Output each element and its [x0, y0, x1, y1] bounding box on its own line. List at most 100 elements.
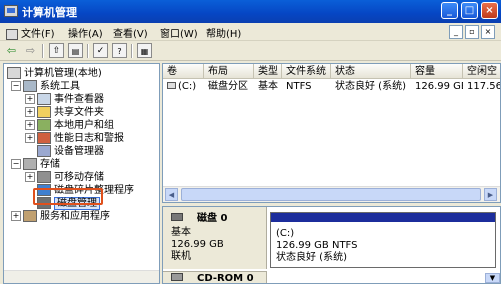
tree-node-event-viewer-label: 事件查看器 — [54, 94, 104, 105]
system-tools-icon — [23, 80, 37, 92]
graph-scroll-down-button[interactable]: ▼ — [485, 273, 500, 283]
col-status[interactable]: 状态 — [331, 64, 411, 79]
close-button[interactable]: × — [481, 2, 498, 19]
tree-node-perf-logs[interactable]: + 性能日志和警报 — [25, 132, 124, 145]
disk0-info[interactable]: 磁盘 0 基本 126.99 GB 联机 — [163, 207, 267, 269]
cdrom-info[interactable]: CD-ROM 0 — [163, 271, 267, 284]
cell-volume-text: (C:) — [178, 81, 197, 92]
tree-node-root-label: 计算机管理(本地) — [24, 68, 102, 79]
expand-icon[interactable]: + — [25, 120, 35, 130]
shared-folder-icon — [37, 106, 51, 118]
cdrom-name: CD-ROM 0 — [197, 273, 254, 284]
scroll-thumb[interactable] — [181, 188, 481, 201]
minimize-button[interactable]: _ — [441, 2, 458, 19]
col-volume[interactable]: 卷 — [163, 64, 204, 79]
expand-icon[interactable]: + — [25, 107, 35, 117]
disk0-type: 基本 — [171, 227, 191, 238]
tree-node-device-manager-label: 设备管理器 — [54, 146, 104, 157]
expand-icon[interactable]: + — [25, 133, 35, 143]
scroll-right-button[interactable]: ▶ — [484, 188, 497, 201]
forward-icon[interactable]: ⇨ — [23, 43, 38, 58]
menu-action[interactable]: 操作(A) — [68, 25, 103, 40]
title-bar: 计算机管理 _ □ × — [0, 0, 501, 23]
menu-help-label: 帮助(H) — [206, 29, 242, 40]
disk-graphical-view: 磁盘 0 基本 126.99 GB 联机 (C:) 126.99 GB NTFS… — [162, 206, 501, 284]
mdi-controls: _ ▫ × — [447, 25, 495, 39]
expand-icon[interactable]: + — [25, 172, 35, 182]
tree-node-system-tools[interactable]: − 系统工具 — [11, 80, 80, 93]
show-hide-tree-icon[interactable]: ▤ — [68, 43, 83, 58]
menu-file[interactable]: 文件(F) — [6, 25, 55, 40]
menu-file-label: 文件(F) — [21, 29, 55, 40]
maximize-button[interactable]: □ — [461, 2, 478, 19]
menu-help[interactable]: 帮助(H) — [206, 25, 241, 40]
disk0-size: 126.99 GB — [171, 239, 224, 250]
menu-action-label: 操作(A) — [68, 29, 103, 40]
cell-type: 基本 — [258, 81, 278, 92]
tree-node-removable[interactable]: + 可移动存储 — [25, 171, 104, 184]
file-menu-icon — [6, 28, 18, 40]
table-row[interactable]: (C:) 磁盘分区 基本 NTFS 状态良好 (系统) 126.99 GB 11… — [163, 80, 500, 93]
highlight-box — [33, 188, 103, 205]
removable-storage-icon — [37, 171, 51, 183]
col-type[interactable]: 类型 — [254, 64, 282, 79]
collapse-icon[interactable]: − — [11, 159, 21, 169]
cell-filesystem: NTFS — [286, 81, 312, 92]
tree-node-services[interactable]: + 服务和应用程序 — [11, 210, 110, 223]
scroll-left-button[interactable]: ◀ — [165, 188, 178, 201]
disk0-state: 联机 — [171, 251, 191, 262]
disk0-name: 磁盘 0 — [197, 213, 228, 224]
volume-detail: 126.99 GB NTFS — [276, 240, 358, 251]
back-icon[interactable]: ⇦ — [4, 43, 19, 58]
volume-icon — [167, 82, 176, 89]
cell-volume: (C:) — [163, 80, 204, 93]
expand-icon[interactable]: + — [25, 94, 35, 104]
menu-window[interactable]: 窗口(W) — [160, 25, 198, 40]
tree-node-removable-label: 可移动存储 — [54, 172, 104, 183]
disk-icon — [171, 213, 183, 221]
list-header: 卷 布局 类型 文件系统 状态 容量 空闲空 — [163, 64, 500, 79]
volume-c-block[interactable]: (C:) 126.99 GB NTFS 状态良好 (系统) — [270, 212, 496, 268]
tree-node-event-viewer[interactable]: + 事件查看器 — [25, 93, 104, 106]
collapse-icon[interactable]: − — [11, 81, 21, 91]
cell-layout: 磁盘分区 — [208, 81, 248, 92]
tree-node-storage[interactable]: − 存储 — [11, 158, 60, 171]
tree-node-device-manager[interactable]: 设备管理器 — [37, 145, 104, 158]
services-icon — [23, 210, 37, 222]
list-scrollbar[interactable]: ◀ ▶ — [163, 186, 500, 202]
up-icon[interactable]: ⇧ — [49, 43, 64, 58]
tree-node-local-users[interactable]: + 本地用户和组 — [25, 119, 114, 132]
tree-node-system-tools-label: 系统工具 — [40, 81, 80, 92]
cdrom-icon — [171, 273, 183, 281]
volume-label: (C:) — [276, 228, 295, 239]
properties-icon[interactable]: ✓ — [93, 43, 108, 58]
tree-node-shared-folders[interactable]: + 共享文件夹 — [25, 106, 104, 119]
toolbar-separator — [87, 44, 89, 58]
export-icon[interactable]: ▦ — [137, 43, 152, 58]
col-filesystem[interactable]: 文件系统 — [282, 64, 331, 79]
col-free[interactable]: 空闲空 — [463, 64, 500, 79]
volume-list: 卷 布局 类型 文件系统 状态 容量 空闲空 (C:) 磁盘分区 基本 NTFS… — [162, 63, 501, 203]
cell-capacity: 126.99 GB — [415, 81, 463, 92]
expand-icon[interactable]: + — [11, 211, 21, 221]
toolbar-separator — [42, 44, 44, 58]
tree-node-shared-folders-label: 共享文件夹 — [54, 107, 104, 118]
tree-scrollbar[interactable] — [4, 270, 159, 283]
users-icon — [37, 119, 51, 131]
mdi-restore-button[interactable]: ▫ — [465, 25, 479, 39]
col-capacity[interactable]: 容量 — [411, 64, 463, 79]
device-manager-icon — [37, 145, 51, 157]
tree-node-storage-label: 存储 — [40, 159, 60, 170]
toolbar: ⇦ ⇨ ⇧ ▤ ✓ ? ▦ — [0, 41, 501, 61]
tree-node-local-users-label: 本地用户和组 — [54, 120, 114, 131]
mdi-minimize-button[interactable]: _ — [449, 25, 463, 39]
col-layout[interactable]: 布局 — [204, 64, 254, 79]
performance-icon — [37, 132, 51, 144]
help-icon[interactable]: ? — [112, 43, 127, 58]
disk0-title: 磁盘 0 — [171, 213, 227, 225]
mdi-close-button[interactable]: × — [481, 25, 495, 39]
tree-node-root[interactable]: 计算机管理(本地) — [7, 67, 102, 80]
storage-icon — [23, 158, 37, 170]
menu-view[interactable]: 查看(V) — [113, 25, 148, 40]
console-tree: 计算机管理(本地) − 系统工具 + 事件查看器 + 共享文件夹 + 本地用户和组 + 性… — [3, 63, 160, 284]
